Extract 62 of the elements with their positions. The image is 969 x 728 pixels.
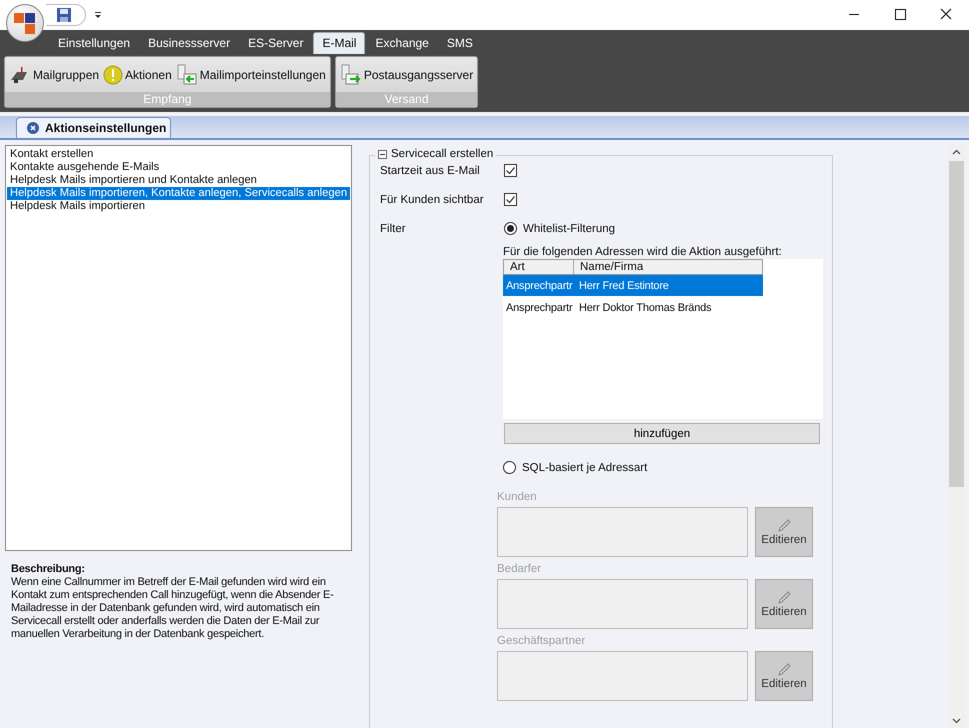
ribbon-button[interactable]: Mailgruppen: [7, 64, 102, 86]
document-tab-label: Aktionseinstellungen: [45, 121, 166, 135]
ribbon-button[interactable]: Aktionen: [101, 62, 174, 86]
document-tab[interactable]: Aktionseinstellungen: [16, 117, 172, 138]
ribbon-tab[interactable]: ES-Server: [240, 33, 312, 54]
radio-option[interactable]: SQL-basiert je Adressart: [503, 461, 832, 474]
radio-button[interactable]: [504, 222, 517, 235]
pencil-icon: [776, 662, 792, 678]
ribbon-tab[interactable]: Exchange: [367, 33, 437, 54]
ribbon-tab[interactable]: Businessserver: [140, 33, 238, 54]
ribbon-button[interactable]: Postausgangsserver: [338, 62, 476, 88]
import-icon: [176, 64, 198, 86]
field-label: Für Kunden sichtbar: [380, 194, 485, 206]
column-header[interactable]: Name/Firma: [574, 260, 644, 274]
app-logo-icon: [12, 10, 38, 36]
pencil-icon: [776, 518, 792, 534]
column-header[interactable]: Art: [504, 260, 574, 274]
description-text: Wenn eine Callnummer im Betreff der E-Mail gefunden wird wird ein Kontakt zum entsprechenden Call hinzugefügt, wenn die Absender E-Mailadresse in der Datenbank gefunden wird, wird automatisch ein Servicecall erstellt oder anderfalls werden die Daten der E-Mail zur manuellen Verarbeitung in der Datenbank gespeichert.: [11, 576, 335, 641]
sql-field[interactable]: [497, 507, 748, 557]
export-icon: [340, 64, 362, 86]
ribbon-tab[interactable]: Einstellungen: [50, 33, 138, 54]
field-label: Geschäftspartner: [497, 635, 586, 649]
pencil-icon: [776, 590, 792, 606]
warning-icon: [103, 64, 124, 84]
address-list-caption: Für die folgenden Adressen wird die Aktion ausgeführt:: [503, 246, 783, 259]
table-cell-text: Ansprechpartr: [505, 280, 574, 292]
address-row[interactable]: Ansprechpartr Herr Doktor Thomas Bränds: [503, 297, 763, 318]
customize-dropdown-icon[interactable]: [94, 11, 102, 19]
scrollbar[interactable]: [948, 145, 965, 728]
action-list-item[interactable]: Kontakt erstellen: [7, 148, 350, 161]
radio-option[interactable]: Whitelist-Filterung: [504, 222, 616, 235]
ribbon-button[interactable]: Mailimporteinstellungen: [174, 62, 328, 88]
action-list-item[interactable]: Helpdesk Mails importieren, Kontakte anlegen, Servicecalls anlegen: [7, 187, 350, 200]
field-label: Startzeit aus E-Mail: [380, 164, 481, 176]
sql-field[interactable]: [497, 651, 748, 701]
group-title: Servicecall erstellen: [391, 148, 494, 160]
field-label: Kunden: [497, 491, 538, 505]
field-label: Bedarfer: [497, 563, 542, 577]
save-icon[interactable]: [56, 7, 72, 23]
scroll-up-icon[interactable]: [952, 149, 961, 155]
sql-field[interactable]: [497, 579, 748, 629]
ribbon-tab[interactable]: E-Mail: [313, 32, 366, 54]
table-cell-text: Ansprechpartr: [505, 302, 574, 314]
radio-button[interactable]: [503, 461, 516, 474]
table-cell: Herr Fred Estintore: [579, 280, 669, 292]
table-cell: Herr Doktor Thomas Bränds: [579, 302, 712, 314]
scroll-down-icon[interactable]: [952, 718, 961, 724]
collapse-icon[interactable]: [378, 150, 387, 158]
ribbon-tab[interactable]: SMS: [438, 33, 481, 54]
action-list-item[interactable]: Kontakte ausgehende E-Mails: [7, 161, 350, 174]
action-list-item[interactable]: Helpdesk Mails importieren und Kontakte anlegen: [7, 174, 350, 187]
group-label: Versand: [336, 92, 478, 107]
checkbox[interactable]: [504, 164, 517, 177]
description-heading: Beschreibung:: [11, 563, 86, 576]
add-button[interactable]: hinzufügen: [504, 423, 820, 444]
field-label: Filter: [380, 222, 407, 234]
address-row[interactable]: Ansprechpartr Herr Fred Estintore: [503, 275, 763, 296]
action-list-item[interactable]: Helpdesk Mails importieren: [7, 200, 350, 213]
close-icon[interactable]: [27, 122, 39, 134]
group-label: Empfang: [5, 92, 330, 107]
checkbox[interactable]: [504, 193, 517, 206]
app-menu-button[interactable]: [6, 4, 44, 42]
